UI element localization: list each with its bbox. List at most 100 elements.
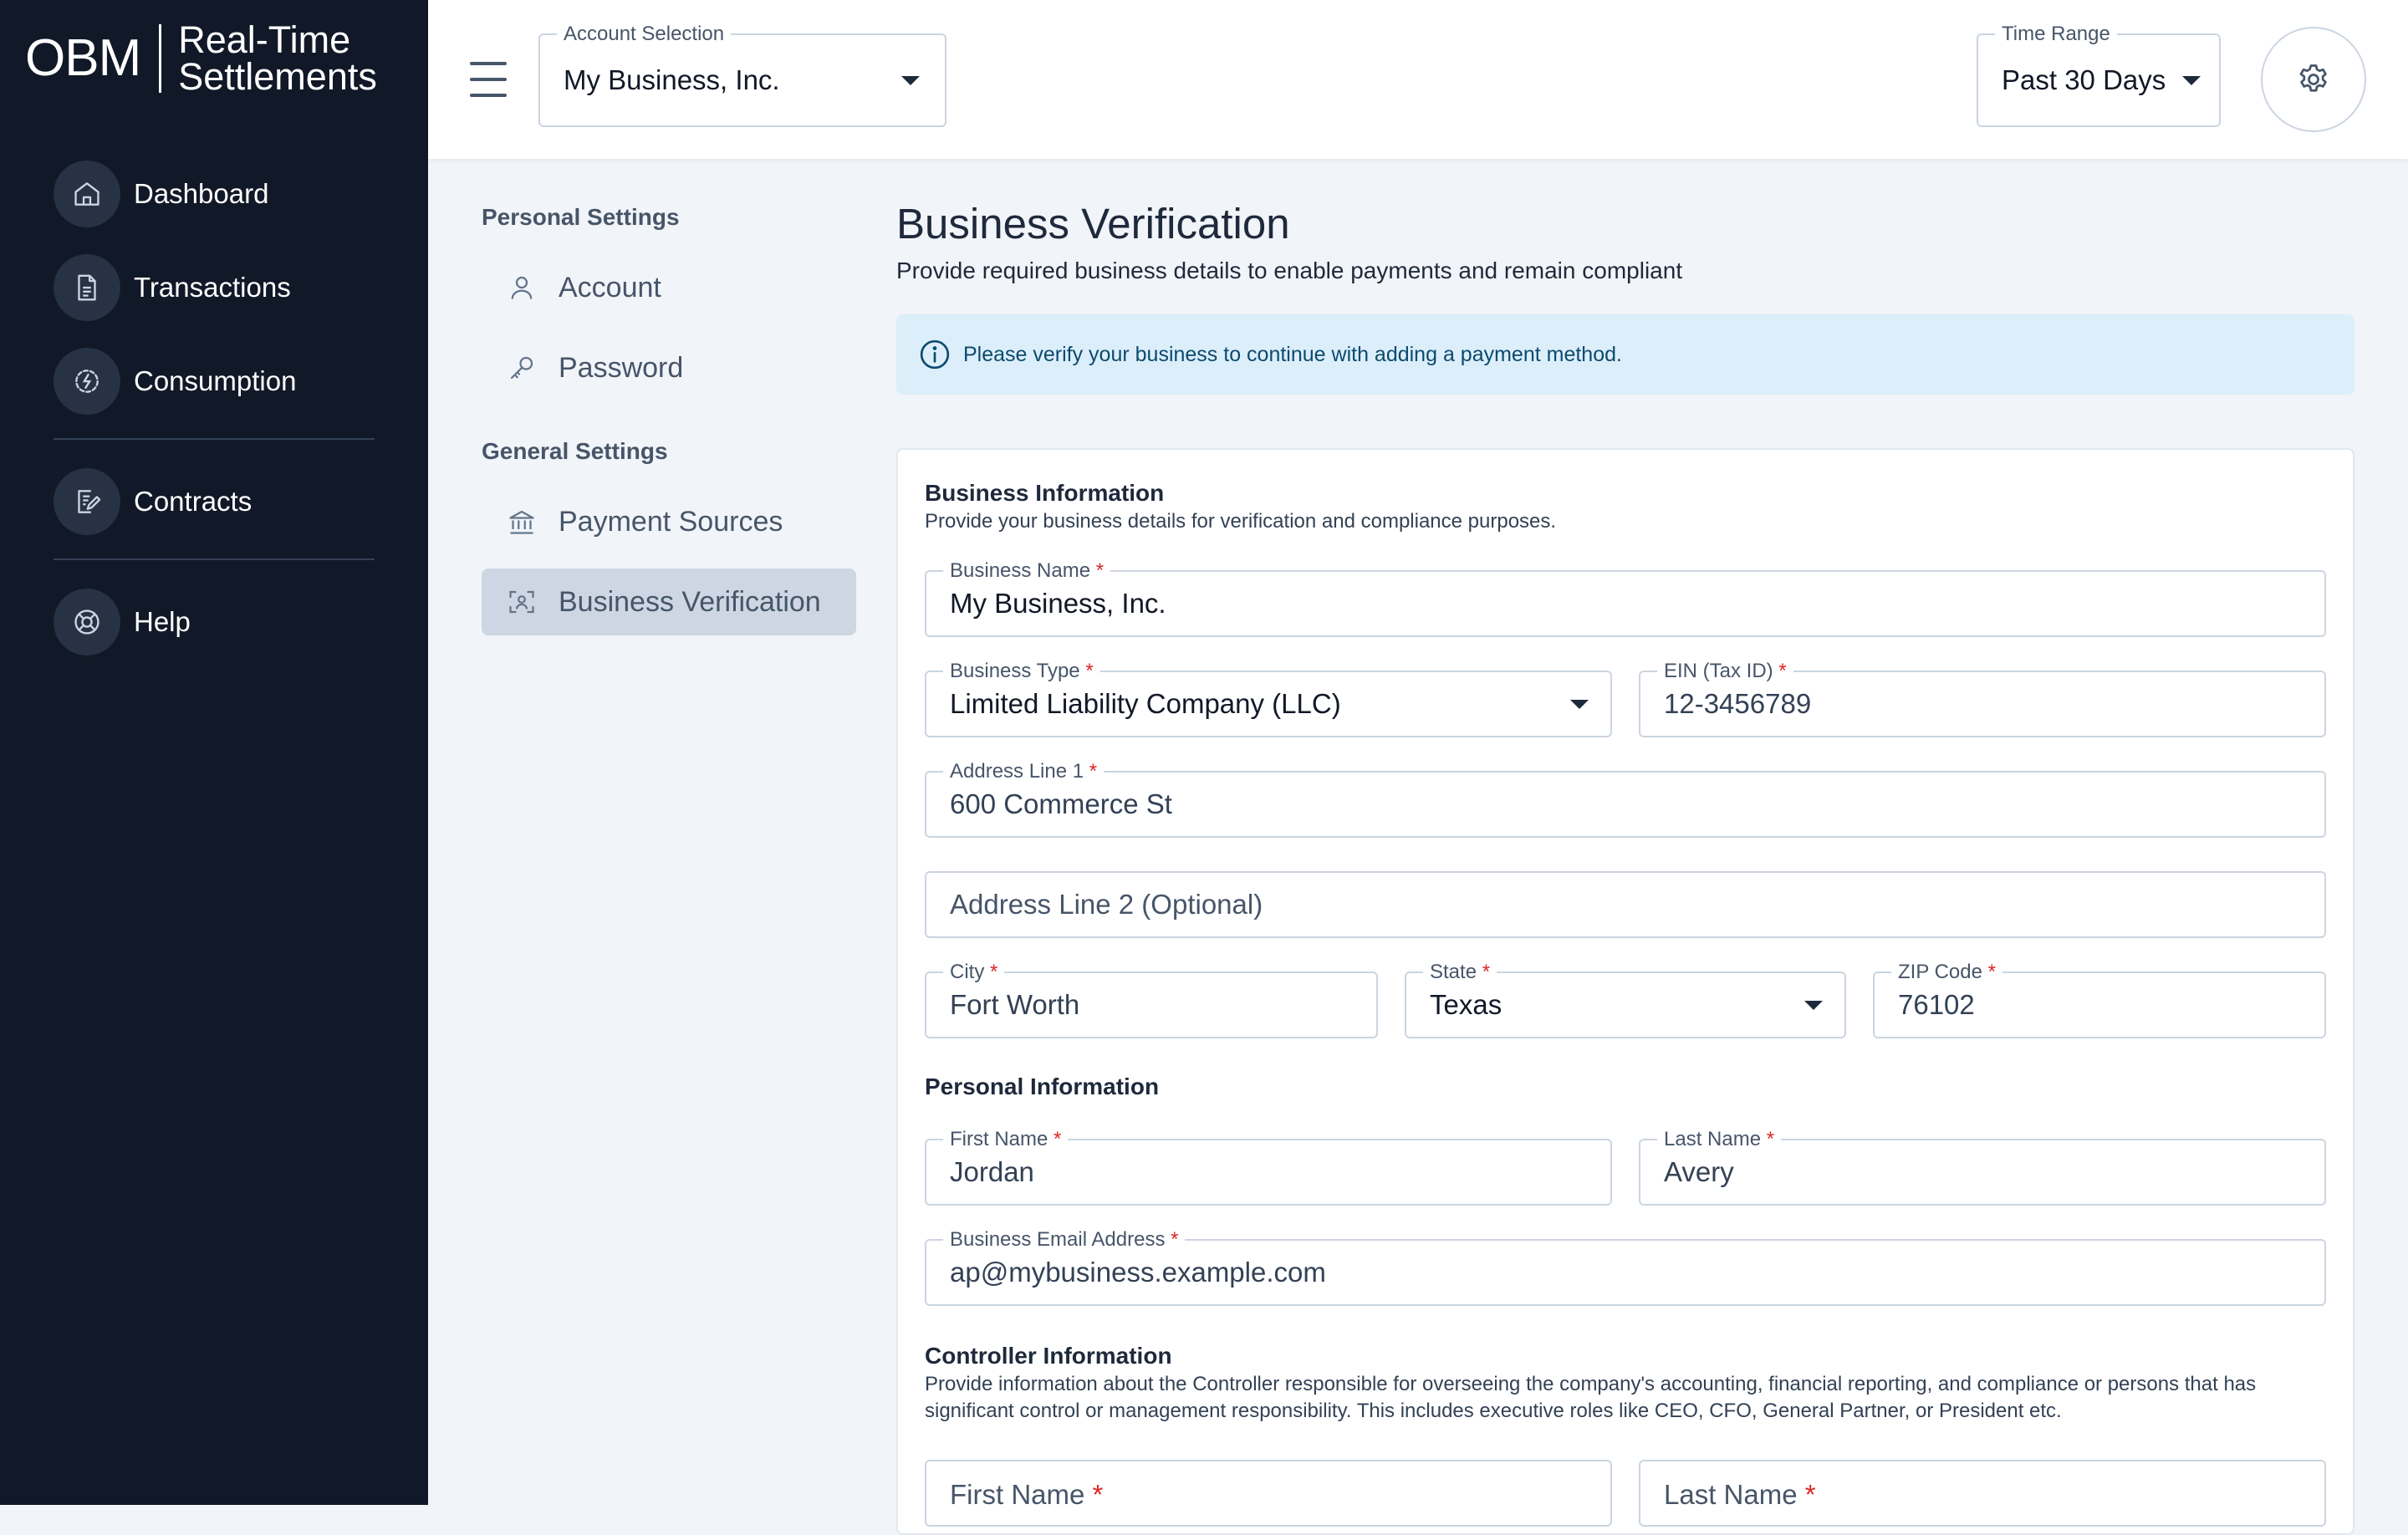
business-type-label: Business Type * xyxy=(943,660,1100,683)
required-asterisk: * xyxy=(1804,1479,1816,1510)
field-label-text: Address Line 1 xyxy=(950,760,1084,783)
first-name-field[interactable]: First Name * Jordan xyxy=(925,1128,1612,1206)
state-value: Texas xyxy=(1430,989,1502,1020)
nav-label: Consumption xyxy=(134,365,297,396)
city-value: Fort Worth xyxy=(950,989,1080,1020)
time-range-select[interactable]: Time Range Past 30 Days xyxy=(1977,23,2221,127)
personal-info-title: Personal Information xyxy=(925,1073,1160,1099)
bank-icon xyxy=(505,505,538,538)
nav-item-consumption[interactable]: Consumption xyxy=(54,348,375,415)
hamburger-line xyxy=(470,62,507,65)
hamburger-line xyxy=(470,78,507,81)
state-label: State * xyxy=(1423,961,1497,984)
lifebuoy-icon xyxy=(54,589,120,655)
sidebar: OBM Real-Time Settlements Dashboard Tran… xyxy=(0,0,428,1505)
address-line1-value: 600 Commerce St xyxy=(950,788,1172,819)
general-settings-heading: General Settings xyxy=(482,438,668,464)
nav-label: Transactions xyxy=(134,272,291,303)
meter-icon xyxy=(54,348,120,415)
brand-name: Real-Time Settlements xyxy=(178,21,377,98)
business-type-value: Limited Liability Company (LLC) xyxy=(950,688,1341,719)
state-select[interactable]: State * Texas xyxy=(1405,961,1846,1038)
controller-first-name-placeholder: First Name * xyxy=(950,1479,1103,1511)
user-icon xyxy=(505,271,538,304)
required-asterisk: * xyxy=(1092,1479,1104,1510)
field-label-text: Business Type xyxy=(950,660,1080,682)
chevron-down-icon xyxy=(1570,700,1589,709)
chevron-down-icon xyxy=(901,76,920,85)
business-email-field[interactable]: Business Email Address * ap@mybusiness.e… xyxy=(925,1228,2326,1306)
first-name-value: Jordan xyxy=(950,1156,1034,1187)
ein-value: 12-3456789 xyxy=(1664,688,1812,719)
nav-item-transactions[interactable]: Transactions xyxy=(54,254,375,321)
brand-divider xyxy=(159,24,162,93)
required-asterisk: * xyxy=(1482,961,1491,983)
nav-item-contracts[interactable]: Contracts xyxy=(54,468,375,535)
required-asterisk: * xyxy=(1171,1228,1179,1251)
menu-toggle-button[interactable] xyxy=(470,62,507,97)
business-info-title: Business Information xyxy=(925,480,1165,506)
nav-item-help[interactable]: Help xyxy=(54,589,375,655)
required-asterisk: * xyxy=(1095,559,1105,582)
required-asterisk: * xyxy=(1766,1128,1775,1150)
field-label-text: City xyxy=(950,961,985,983)
business-email-label: Business Email Address * xyxy=(943,1228,1186,1252)
contract-icon xyxy=(54,468,120,535)
brand-name-line2: Settlements xyxy=(178,55,377,98)
first-name-label: First Name * xyxy=(943,1128,1069,1151)
business-name-value: My Business, Inc. xyxy=(950,588,1166,619)
business-info-description: Provide your business details for verifi… xyxy=(925,510,1557,533)
ein-field[interactable]: EIN (Tax ID) * 12-3456789 xyxy=(1639,660,2326,737)
page-title: Business Verification xyxy=(896,200,1290,247)
nav-divider xyxy=(54,438,375,440)
document-icon xyxy=(54,254,120,321)
brand-mark: OBM xyxy=(25,29,141,87)
city-label: City * xyxy=(943,961,1005,984)
zip-label: ZIP Code * xyxy=(1891,961,2002,984)
personal-settings-heading: Personal Settings xyxy=(482,204,680,230)
account-select-label: Account Selection xyxy=(557,23,732,46)
last-name-field[interactable]: Last Name * Avery xyxy=(1639,1128,2326,1206)
address-line1-field[interactable]: Address Line 1 * 600 Commerce St xyxy=(925,760,2326,838)
field-label-text: Business Email Address xyxy=(950,1228,1166,1251)
zip-value: 76102 xyxy=(1898,989,1975,1020)
chevron-down-icon xyxy=(1804,1001,1823,1010)
city-field[interactable]: City * Fort Worth xyxy=(925,961,1378,1038)
topbar: Account Selection My Business, Inc. Time… xyxy=(428,0,2408,159)
controller-last-name-field[interactable]: Last Name * xyxy=(1639,1460,2326,1527)
main-nav: Dashboard Transactions Consumption Contr… xyxy=(54,161,375,682)
zip-field[interactable]: ZIP Code * 76102 xyxy=(1873,961,2326,1038)
controller-first-name-field[interactable]: First Name * xyxy=(925,1460,1612,1527)
settings-item-label: Password xyxy=(559,351,684,384)
settings-item-label: Account xyxy=(559,271,661,303)
field-label-text: State xyxy=(1430,961,1477,983)
settings-item-payment-sources[interactable]: Payment Sources xyxy=(482,488,856,555)
address-line2-field[interactable]: Address Line 2 (Optional) xyxy=(925,871,2326,938)
required-asterisk: * xyxy=(990,961,998,983)
settings-item-label: Payment Sources xyxy=(559,505,783,538)
placeholder-text: First Name xyxy=(950,1479,1085,1510)
account-select[interactable]: Account Selection My Business, Inc. xyxy=(538,23,946,127)
nav-label: Contracts xyxy=(134,486,253,517)
face-scan-icon xyxy=(505,585,538,619)
nav-item-dashboard[interactable]: Dashboard xyxy=(54,161,375,227)
settings-item-business-verification[interactable]: Business Verification xyxy=(482,569,856,635)
brand-logo[interactable]: OBM Real-Time Settlements xyxy=(25,21,377,98)
last-name-label: Last Name * xyxy=(1657,1128,1782,1151)
ein-label: EIN (Tax ID) * xyxy=(1657,660,1793,683)
settings-item-password[interactable]: Password xyxy=(482,334,856,401)
required-asterisk: * xyxy=(1778,660,1787,682)
page-subtitle: Provide required business details to ena… xyxy=(896,258,1683,283)
settings-button[interactable] xyxy=(2261,27,2366,132)
field-label-text: EIN (Tax ID) xyxy=(1664,660,1773,682)
home-icon xyxy=(54,161,120,227)
settings-item-account[interactable]: Account xyxy=(482,254,856,321)
account-select-value: My Business, Inc. xyxy=(564,64,780,95)
business-name-field[interactable]: Business Name * My Business, Inc. xyxy=(925,559,2326,637)
required-asterisk: * xyxy=(1987,961,1996,983)
field-label-text: Business Name xyxy=(950,559,1091,582)
alert-message: Please verify your business to continue … xyxy=(963,342,1622,366)
controller-last-name-placeholder: Last Name * xyxy=(1664,1479,1816,1511)
business-type-select[interactable]: Business Type * Limited Liability Compan… xyxy=(925,660,1612,737)
info-alert: Please verify your business to continue … xyxy=(896,314,2354,395)
